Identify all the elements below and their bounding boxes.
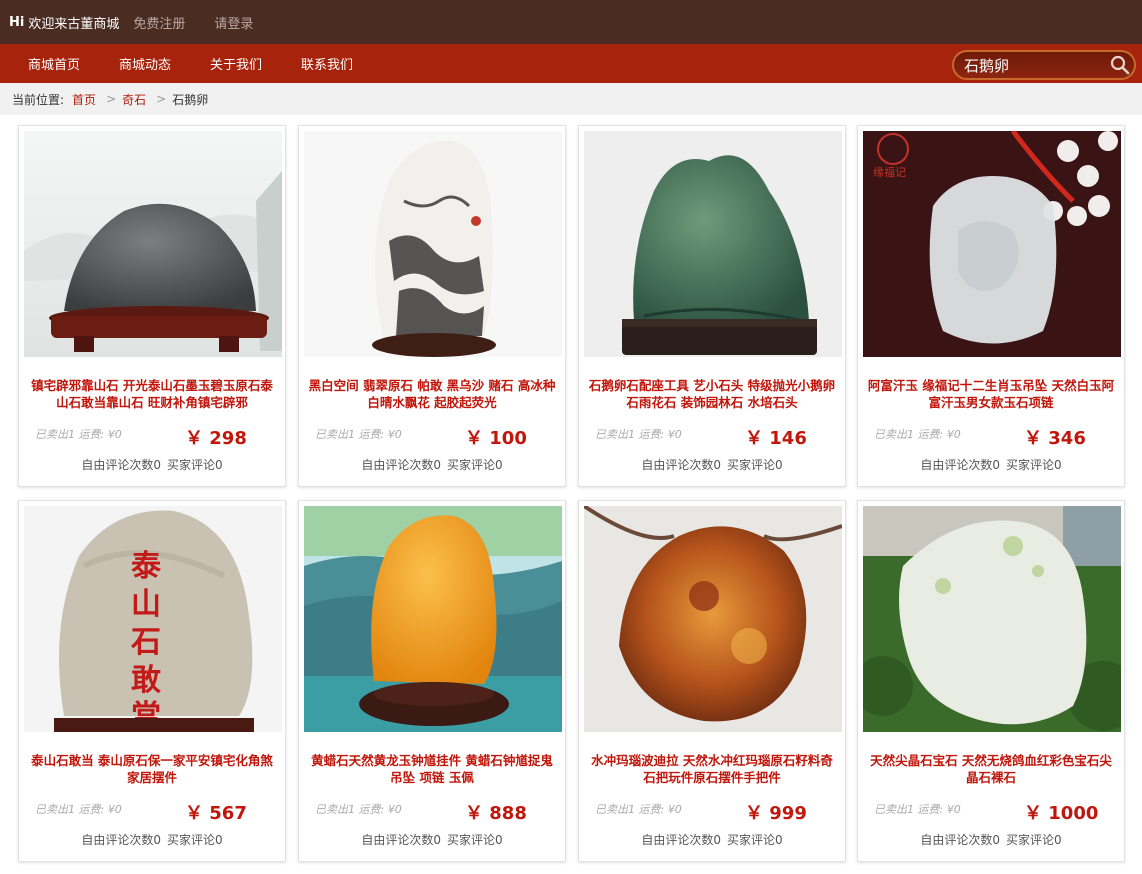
product-price: ￥ 100	[465, 428, 527, 449]
product-comments: 自由评论次数0 买家评论0	[299, 456, 565, 473]
product-comments: 自由评论次数0 买家评论0	[19, 456, 285, 473]
breadcrumb-home[interactable]: 首页	[72, 91, 96, 108]
product-title[interactable]: 阿富汗玉 缘福记十二生肖玉吊坠 天然白玉阿富汗玉男女款玉石项链	[864, 377, 1118, 411]
product-card[interactable]: 黑白空间 翡翠原石 帕敢 黑乌沙 赌石 高冰种 白晴水飘花 起胶起荧光 已卖出1…	[298, 125, 566, 487]
product-price: ￥ 567	[185, 803, 247, 824]
product-card[interactable]: 泰 山 石 敢 當 泰山石敢当 泰山原石保一家平安镇宅化角煞家居摆件 已卖出1 …	[18, 500, 286, 862]
register-link[interactable]: 免费注册	[133, 13, 185, 32]
product-comments: 自由评论次数0 买家评论0	[19, 831, 285, 848]
nav-about[interactable]: 关于我们	[210, 54, 262, 73]
product-image[interactable]	[584, 131, 842, 357]
breadcrumb-category[interactable]: 奇石	[122, 91, 146, 108]
product-price: ￥ 999	[745, 803, 807, 824]
product-card[interactable]: 黄蜡石天然黄龙玉钟馗挂件 黄蜡石钟馗捉鬼吊坠 项链 玉佩 已卖出1 运费: ¥0…	[298, 500, 566, 862]
buyer-comment-count: 买家评论0	[167, 458, 223, 472]
product-title[interactable]: 镇宅辟邪靠山石 开光泰山石墨玉碧玉原石泰山石敢当靠山石 旺财补角镇宅辟邪	[25, 377, 279, 411]
product-title[interactable]: 水冲玛瑙波迪拉 天然水冲红玛瑙原石籽料奇石把玩件原石摆件手把件	[585, 752, 839, 786]
product-sold: 已卖出1 运费: ¥0	[35, 803, 122, 816]
buyer-comment-count: 买家评论0	[1006, 458, 1062, 472]
product-image[interactable]: 泰 山 石 敢 當	[24, 506, 282, 732]
buyer-comment-count: 买家评论0	[447, 833, 503, 847]
product-image[interactable]	[304, 506, 562, 732]
product-comments: 自由评论次数0 买家评论0	[579, 456, 845, 473]
comment-count: 自由评论次数0	[81, 833, 161, 847]
nav-contact[interactable]: 联系我们	[301, 54, 353, 73]
product-image[interactable]: 缘福记	[863, 131, 1121, 357]
buyer-comment-count: 买家评论0	[167, 833, 223, 847]
product-price: ￥ 1000	[1024, 803, 1099, 824]
product-sold: 已卖出1 运费: ¥0	[874, 803, 961, 816]
breadcrumb-separator: >	[106, 92, 117, 106]
product-title[interactable]: 石鹅卵石配座工具 艺小石头 特级抛光小鹅卵石雨花石 装饰园林石 水培石头	[585, 377, 839, 411]
buyer-comment-count: 买家评论0	[727, 458, 783, 472]
search-button[interactable]	[1106, 52, 1134, 78]
product-comments: 自由评论次数0 买家评论0	[858, 456, 1124, 473]
breadcrumb-label: 当前位置:	[12, 92, 65, 107]
product-card[interactable]: 镇宅辟邪靠山石 开光泰山石墨玉碧玉原石泰山石敢当靠山石 旺财补角镇宅辟邪 已卖出…	[18, 125, 286, 487]
nav-news[interactable]: 商城动态	[119, 54, 171, 73]
comment-count: 自由评论次数0	[920, 458, 1000, 472]
hi-label: Hi	[9, 14, 25, 30]
nav-home[interactable]: 商城首页	[28, 54, 80, 73]
breadcrumb: 当前位置: 首页 > 奇石 > 石鹅卵	[0, 83, 1142, 115]
product-card[interactable]: 石鹅卵石配座工具 艺小石头 特级抛光小鹅卵石雨花石 装饰园林石 水培石头 已卖出…	[578, 125, 846, 487]
svg-text:泰: 泰	[131, 549, 162, 584]
brand-logo-text: 缘福记	[873, 165, 906, 179]
product-price: ￥ 346	[1024, 428, 1086, 449]
main-nav: 商城首页 商城动态 关于我们 联系我们	[0, 44, 1142, 83]
product-comments: 自由评论次数0 买家评论0	[579, 831, 845, 848]
buyer-comment-count: 买家评论0	[727, 833, 783, 847]
breadcrumb-separator: >	[156, 92, 167, 106]
product-card[interactable]: 天然尖晶石宝石 天然无烧鸽血红彩色宝石尖晶石裸石 已卖出1 运费: ¥0 ￥ 1…	[857, 500, 1125, 862]
product-title[interactable]: 黑白空间 翡翠原石 帕敢 黑乌沙 赌石 高冰种 白晴水飘花 起胶起荧光	[305, 377, 559, 411]
product-image[interactable]	[863, 506, 1121, 732]
product-title[interactable]: 黄蜡石天然黄龙玉钟馗挂件 黄蜡石钟馗捉鬼吊坠 项链 玉佩	[305, 752, 559, 786]
comment-count: 自由评论次数0	[641, 833, 721, 847]
comment-count: 自由评论次数0	[361, 833, 441, 847]
product-sold: 已卖出1 运费: ¥0	[315, 803, 402, 816]
comment-count: 自由评论次数0	[81, 458, 161, 472]
comment-count: 自由评论次数0	[641, 458, 721, 472]
product-sold: 已卖出1 运费: ¥0	[874, 428, 961, 441]
search-box	[952, 50, 1136, 80]
svg-text:山: 山	[131, 587, 161, 622]
search-input[interactable]	[954, 55, 1106, 75]
buyer-comment-count: 买家评论0	[447, 458, 503, 472]
product-sold: 已卖出1 运费: ¥0	[595, 803, 682, 816]
svg-text:敢: 敢	[131, 663, 161, 698]
product-comments: 自由评论次数0 买家评论0	[858, 831, 1124, 848]
product-image[interactable]	[24, 131, 282, 357]
product-card[interactable]: 水冲玛瑙波迪拉 天然水冲红玛瑙原石籽料奇石把玩件原石摆件手把件 已卖出1 运费:…	[578, 500, 846, 862]
buyer-comment-count: 买家评论0	[1006, 833, 1062, 847]
product-image[interactable]	[584, 506, 842, 732]
top-bar: Hi 欢迎来古董商城 免费注册 请登录	[0, 0, 1142, 44]
svg-text:石: 石	[130, 625, 161, 660]
comment-count: 自由评论次数0	[361, 458, 441, 472]
product-price: ￥ 146	[745, 428, 807, 449]
product-price: ￥ 888	[465, 803, 527, 824]
login-link[interactable]: 请登录	[214, 13, 253, 32]
breadcrumb-current: 石鹅卵	[172, 92, 209, 107]
product-title[interactable]: 天然尖晶石宝石 天然无烧鸽血红彩色宝石尖晶石裸石	[864, 752, 1118, 786]
welcome-text: 欢迎来古董商城	[28, 16, 120, 32]
product-card[interactable]: 缘福记 阿富汗玉 缘福记十二生肖玉吊坠 天然白玉阿富汗玉男女款玉石项链 已卖出1…	[857, 125, 1125, 487]
product-sold: 已卖出1 运费: ¥0	[315, 428, 402, 441]
product-price: ￥ 298	[185, 428, 247, 449]
product-sold: 已卖出1 运费: ¥0	[595, 428, 682, 441]
product-image[interactable]	[304, 131, 562, 357]
product-title[interactable]: 泰山石敢当 泰山原石保一家平安镇宅化角煞家居摆件	[25, 752, 279, 786]
search-icon	[1110, 55, 1130, 75]
product-sold: 已卖出1 运费: ¥0	[35, 428, 122, 441]
comment-count: 自由评论次数0	[920, 833, 1000, 847]
product-comments: 自由评论次数0 买家评论0	[299, 831, 565, 848]
